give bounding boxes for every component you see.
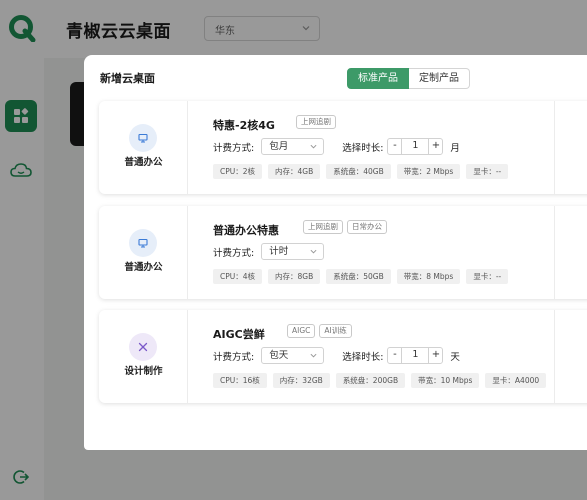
spec-cpu: CPU：4核	[213, 269, 263, 284]
product-card[interactable]: 普通办公 特惠-2核4G 上网追剧 计费方式: 包月 选择时长: - 1 + 月…	[99, 101, 587, 194]
category-label: 设计制作	[124, 366, 163, 377]
product-category: 普通办公	[99, 206, 188, 299]
duration-unit: 月	[450, 142, 460, 154]
card-divider	[554, 206, 555, 299]
billing-label: 计费方式:	[213, 142, 255, 154]
billing-select-value: 计时	[269, 246, 289, 257]
billing-label: 计费方式:	[213, 351, 255, 363]
product-details: 特惠-2核4G 上网追剧 计费方式: 包月 选择时长: - 1 + 月 CPU：…	[213, 101, 553, 194]
new-desktop-dialog: 新增云桌面 标准产品 定制产品 普通办公 特惠-2核4G 上网追剧 计费方式: …	[84, 55, 587, 450]
billing-select[interactable]: 包天	[261, 347, 325, 364]
category-icon-badge	[129, 229, 157, 257]
product-tags: 上网追剧 日常办公	[303, 220, 387, 234]
product-name: AIGC尝鲜	[213, 328, 265, 341]
product-tag: 上网追剧	[303, 220, 343, 234]
category-label: 普通办公	[124, 157, 163, 168]
product-name: 普通办公特惠	[213, 224, 279, 237]
chevron-down-icon	[310, 249, 317, 254]
chevron-down-icon	[310, 353, 317, 358]
duration-label: 选择时长:	[342, 142, 384, 154]
spec-list: CPU：4核 内存：8GB 系统盘：50GB 带宽：8 Mbps 显卡：--	[213, 269, 509, 284]
product-tags: AIGC AI训练	[287, 324, 352, 338]
product-tag: AI训练	[319, 324, 352, 338]
billing-select[interactable]: 包月	[261, 138, 325, 155]
tab-standard-products[interactable]: 标准产品	[347, 68, 409, 89]
spec-system-disk: 系统盘：200GB	[335, 373, 406, 388]
increment-button[interactable]: +	[428, 138, 444, 155]
duration-stepper: - 1 +	[387, 347, 444, 364]
spec-memory: 内存：4GB	[268, 164, 321, 179]
chevron-down-icon	[310, 144, 317, 149]
product-tags: 上网追剧	[296, 115, 336, 129]
dialog-title: 新增云桌面	[100, 72, 155, 85]
spec-memory: 内存：8GB	[268, 269, 321, 284]
duration-unit: 天	[450, 351, 460, 363]
duration-label: 选择时长:	[342, 351, 384, 363]
monitor-icon	[138, 133, 148, 143]
product-details: AIGC尝鲜 AIGC AI训练 计费方式: 包天 选择时长: - 1 + 天 …	[213, 310, 553, 403]
product-card[interactable]: 普通办公 普通办公特惠 上网追剧 日常办公 计费方式: 计时 CPU：4核 内存…	[99, 206, 587, 299]
duration-input[interactable]: 1	[402, 138, 429, 155]
product-tag: 上网追剧	[296, 115, 336, 129]
spec-cpu: CPU：2核	[213, 164, 263, 179]
category-label: 普通办公	[124, 262, 163, 273]
purchase-options: 计费方式: 包天 选择时长: - 1 + 天	[213, 347, 460, 364]
product-card[interactable]: 设计制作 AIGC尝鲜 AIGC AI训练 计费方式: 包天 选择时长: - 1…	[99, 310, 587, 403]
billing-select-value: 包天	[269, 350, 289, 361]
product-tag: 日常办公	[347, 220, 387, 234]
increment-button[interactable]: +	[428, 347, 444, 364]
spec-system-disk: 系统盘：40GB	[326, 164, 391, 179]
spec-list: CPU：2核 内存：4GB 系统盘：40GB 带宽：2 Mbps 显卡：--	[213, 164, 509, 179]
category-icon-badge	[129, 333, 157, 361]
spec-bandwidth: 带宽：10 Mbps	[411, 373, 480, 388]
card-divider	[554, 310, 555, 403]
product-category: 设计制作	[99, 310, 188, 403]
spec-memory: 内存：32GB	[272, 373, 330, 388]
spec-list: CPU：16核 内存：32GB 系统盘：200GB 带宽：10 Mbps 显卡：…	[213, 373, 547, 388]
product-tag: AIGC	[287, 324, 316, 338]
decrement-button[interactable]: -	[387, 138, 403, 155]
duration-stepper: - 1 +	[387, 138, 444, 155]
billing-label: 计费方式:	[213, 247, 255, 259]
category-icon-badge	[129, 124, 157, 152]
decrement-button[interactable]: -	[387, 347, 403, 364]
duration-input[interactable]: 1	[402, 347, 429, 364]
card-divider	[554, 101, 555, 194]
spec-bandwidth: 带宽：2 Mbps	[396, 164, 461, 179]
design-tools-icon	[138, 342, 148, 352]
product-tabs: 标准产品 定制产品	[347, 68, 470, 89]
tab-custom-products[interactable]: 定制产品	[409, 68, 470, 89]
spec-gpu: 显卡：--	[466, 164, 509, 179]
spec-gpu: 显卡：--	[466, 269, 509, 284]
product-details: 普通办公特惠 上网追剧 日常办公 计费方式: 计时 CPU：4核 内存：8GB …	[213, 206, 553, 299]
billing-select[interactable]: 计时	[261, 243, 325, 260]
monitor-icon	[138, 238, 148, 248]
product-name: 特惠-2核4G	[213, 119, 275, 132]
spec-gpu: 显卡：A4000	[485, 373, 547, 388]
product-category: 普通办公	[99, 101, 188, 194]
purchase-options: 计费方式: 计时	[213, 243, 325, 260]
spec-bandwidth: 带宽：8 Mbps	[396, 269, 461, 284]
purchase-options: 计费方式: 包月 选择时长: - 1 + 月	[213, 138, 460, 155]
spec-system-disk: 系统盘：50GB	[326, 269, 391, 284]
billing-select-value: 包月	[269, 141, 289, 152]
spec-cpu: CPU：16核	[213, 373, 267, 388]
